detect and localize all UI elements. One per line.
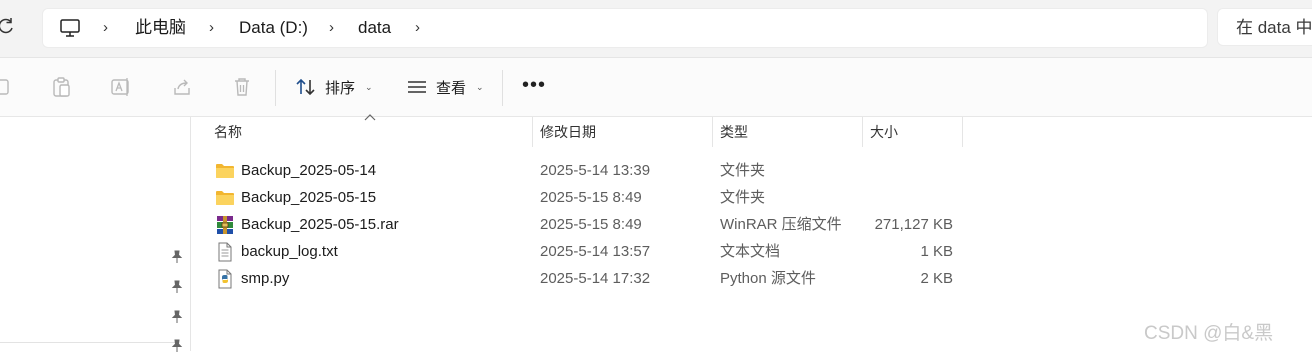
file-name: Backup_2025-05-15.rar (241, 216, 399, 233)
folder-icon (215, 161, 235, 181)
column-separator[interactable] (712, 117, 713, 147)
address-bar-row: › 此电脑 › Data (D:) › data › 在 data 中 (0, 0, 1312, 58)
column-separator[interactable] (962, 117, 963, 147)
file-row[interactable]: smp.py 2025-5-14 17:32 Python 源文件 2 KB (191, 265, 1312, 292)
column-header-type[interactable]: 类型 (720, 117, 748, 147)
copy-icon[interactable] (0, 76, 14, 98)
file-date-modified: 2025-5-14 13:57 (540, 243, 651, 260)
more-options-button[interactable]: ••• (522, 74, 546, 97)
chevron-right-icon[interactable]: › (209, 9, 214, 47)
sort-icon (296, 78, 315, 96)
folder-icon (215, 188, 235, 208)
search-input[interactable]: 在 data 中 (1217, 8, 1312, 46)
file-name: Backup_2025-05-14 (241, 162, 377, 179)
text-file-icon (215, 242, 235, 262)
watermark: CSDN @白&黑 (1144, 323, 1274, 344)
sidebar-divider (0, 342, 178, 343)
file-size (833, 157, 953, 184)
toolbar-divider (502, 70, 503, 106)
breadcrumb-this-pc[interactable]: 此电脑 (135, 9, 186, 47)
chevron-right-icon[interactable]: › (103, 9, 108, 47)
file-size: 1 KB (920, 243, 953, 260)
file-row[interactable]: Backup_2025-05-15.rar 2025-5-15 8:49 Win… (191, 211, 1312, 238)
file-date-modified: 2025-5-15 8:49 (540, 216, 642, 233)
pin-icon[interactable] (170, 310, 184, 324)
view-button[interactable]: 查看 ⌄ (406, 72, 484, 102)
file-type: 文件夹 (720, 189, 766, 206)
pin-icon[interactable] (170, 280, 184, 294)
toolbar-divider (275, 70, 276, 106)
chevron-right-icon[interactable]: › (415, 9, 420, 47)
chevron-right-icon[interactable]: › (329, 9, 334, 47)
file-size: 271,127 KB (874, 216, 953, 233)
file-row[interactable]: Backup_2025-05-15 2025-5-15 8:49 文件夹 (191, 184, 1312, 211)
view-icon (408, 81, 426, 93)
sort-button[interactable]: 排序 ⌄ (295, 72, 373, 102)
python-file-icon (215, 269, 235, 289)
column-header-date-modified[interactable]: 修改日期 (540, 117, 596, 147)
sort-ascending-icon (364, 114, 376, 121)
file-size: 2 KB (920, 270, 953, 287)
file-type: 文本文档 (720, 243, 781, 260)
file-date-modified: 2025-5-15 8:49 (540, 189, 642, 206)
file-name: backup_log.txt (241, 243, 338, 260)
this-pc-icon[interactable] (59, 9, 81, 47)
column-separator[interactable] (862, 117, 863, 147)
rename-icon[interactable] (110, 76, 132, 98)
file-row[interactable]: backup_log.txt 2025-5-14 13:57 文本文档 1 KB (191, 238, 1312, 265)
chevron-down-icon: ⌄ (476, 81, 484, 92)
file-type: Python 源文件 (720, 270, 816, 287)
file-type: WinRAR 压缩文件 (720, 216, 842, 233)
paste-icon[interactable] (51, 76, 73, 98)
file-row[interactable]: Backup_2025-05-14 2025-5-14 13:39 文件夹 (191, 157, 1312, 184)
breadcrumb-data-drive[interactable]: Data (D:) (239, 9, 308, 47)
file-name: Backup_2025-05-15 (241, 189, 377, 206)
column-header-name[interactable]: 名称 (214, 117, 242, 147)
navigation-pane (0, 117, 191, 352)
view-label: 查看 (436, 79, 467, 97)
chevron-down-icon: ⌄ (365, 81, 373, 92)
pin-icon[interactable] (170, 250, 184, 264)
delete-icon[interactable] (231, 76, 253, 98)
file-type: 文件夹 (720, 162, 766, 179)
refresh-icon[interactable] (0, 16, 16, 36)
column-separator[interactable] (532, 117, 533, 147)
breadcrumb-data-folder[interactable]: data (358, 9, 391, 47)
file-date-modified: 2025-5-14 13:39 (540, 162, 651, 179)
command-bar: 排序 ⌄ 查看 ⌄ (0, 58, 1312, 117)
file-size (833, 184, 953, 211)
sort-label: 排序 (325, 79, 356, 97)
winrar-icon (215, 215, 235, 235)
address-bar[interactable]: › 此电脑 › Data (D:) › data › (42, 8, 1208, 48)
column-header-row: 名称 修改日期 类型 大小 (191, 114, 1312, 147)
file-date-modified: 2025-5-14 17:32 (540, 270, 651, 287)
file-name: smp.py (241, 270, 290, 287)
share-icon[interactable] (171, 76, 193, 98)
column-header-size[interactable]: 大小 (870, 117, 898, 147)
